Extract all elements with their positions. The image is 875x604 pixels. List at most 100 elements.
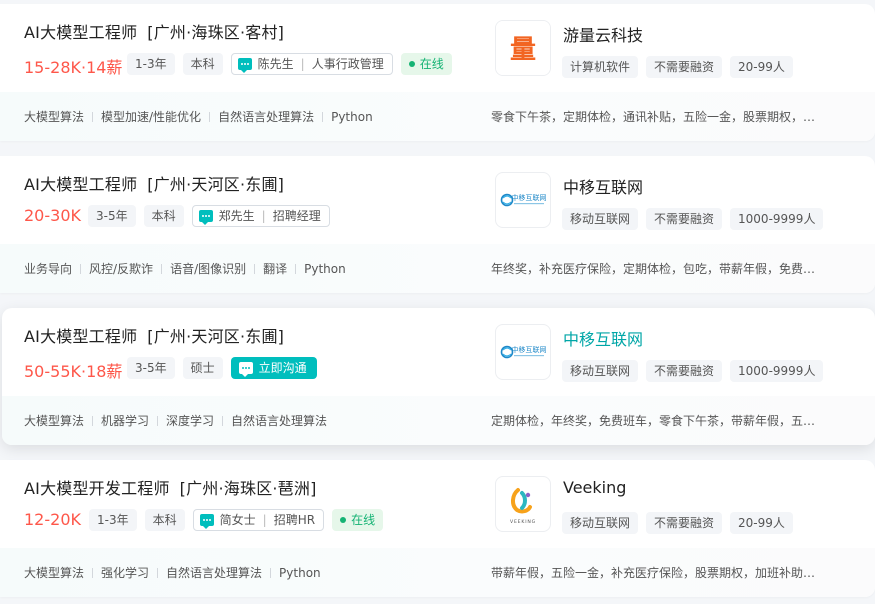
company-tags: 移动互联网 不需要融资 1000-9999人 [562, 208, 824, 230]
skill-tag: Python [331, 109, 373, 124]
chat-icon [199, 514, 214, 529]
recruiter-info[interactable]: 简女士 | 招聘HR [192, 509, 325, 531]
online-badge: 在线 [332, 509, 384, 531]
skill-list: 大模型算法 机器学习 深度学习 自然语言处理算法 [24, 412, 327, 429]
youliang-logo-icon: 量 [496, 21, 550, 75]
online-dot-icon [340, 517, 347, 523]
welfare-text: 零食下午茶，定期体检，通讯补贴，五险一金，股票期权，… [491, 110, 816, 124]
job-area: [广州·天河区·东圃] [147, 175, 285, 194]
job-title[interactable]: AI大模型开发工程师 [广州·海珠区·琶洲] [24, 475, 317, 499]
china-mobile-internet-logo-icon: 中移互联网 [500, 345, 547, 359]
chat-icon [198, 210, 213, 225]
company-tags: 移动互联网 不需要融资 20-99人 [562, 512, 793, 534]
job-area: [广州·海珠区·客村] [147, 23, 285, 42]
degree-tag: 硕士 [182, 357, 223, 379]
china-mobile-internet-logo-icon: 中移互联网 [500, 193, 547, 207]
chat-now-button[interactable]: 立即沟通 [230, 357, 317, 379]
recruiter-name: 陈先生 [257, 57, 294, 71]
card-footer: 大模型算法 机器学习 深度学习 自然语言处理算法 定期体检，年终奖，免费班车，零… [2, 396, 875, 445]
job-card[interactable]: AI大模型开发工程师 [广州·海珠区·琶洲] 12-20K 1-3年 本科 简女士… [0, 460, 875, 597]
job-card[interactable]: AI大模型工程师 [广州·天河区·东圃] 50-55K·18薪 3-5年 硕士 立… [2, 308, 875, 445]
svg-text:量: 量 [510, 35, 536, 65]
welfare-text: 带薪年假，五险一金，补充医疗保险，股票期权，加班补助… [491, 566, 816, 580]
experience-tag: 3-5年 [88, 205, 136, 227]
skill-tag: Python [279, 565, 321, 580]
job-tags: 3-5年 本科 郑先生 | 招聘经理 [88, 205, 330, 227]
svg-text:VEEKING: VEEKING [510, 519, 536, 525]
skill-tag: 大模型算法 [24, 414, 85, 428]
job-title[interactable]: AI大模型工程师 [广州·海珠区·客村] [24, 19, 284, 43]
card-footer: 大模型算法 强化学习 自然语言处理算法 Python 带薪年假，五险一金，补充医… [0, 548, 875, 597]
job-salary: 15-28K·14薪 [24, 58, 123, 77]
size-tag: 1000-9999人 [730, 208, 824, 230]
funding-tag: 不需要融资 [646, 512, 723, 534]
job-salary: 50-55K·18薪 [24, 362, 123, 381]
skill-tag: 业务导向 [24, 262, 73, 276]
degree-tag: 本科 [144, 509, 185, 531]
company-tags: 移动互联网 不需要融资 1000-9999人 [562, 360, 824, 382]
chat-icon [238, 362, 253, 377]
job-tags: 3-5年 硕士 立即沟通 [127, 357, 317, 379]
skill-tag: Python [304, 261, 346, 276]
industry-tag: 移动互联网 [562, 512, 639, 534]
recruiter-name: 郑先生 [218, 209, 255, 223]
recruiter-info[interactable]: 陈先生 | 人事行政管理 [230, 53, 393, 75]
industry-tag: 计算机软件 [562, 56, 639, 78]
welfare-text: 定期体检，年终奖，免费班车，零食下午茶，带薪年假，五… [491, 414, 816, 428]
skill-list: 业务导向 风控/反欺诈 语音/图像识别 翻译 Python [24, 260, 346, 277]
degree-tag: 本科 [143, 205, 184, 227]
chat-now-label: 立即沟通 [258, 361, 307, 375]
job-title[interactable]: AI大模型工程师 [广州·天河区·东圃] [24, 171, 284, 195]
company-logo[interactable]: 中移互联网 [495, 324, 551, 380]
funding-tag: 不需要融资 [646, 360, 723, 382]
recruiter-title: 招聘经理 [272, 209, 321, 223]
job-area: [广州·海珠区·琶洲] [179, 479, 317, 498]
skill-tag: 模型加速/性能优化 [101, 110, 202, 124]
job-salary: 20-30K [24, 206, 81, 225]
company-name[interactable]: 中移互联网 [563, 326, 643, 350]
skill-tag: 深度学习 [166, 414, 215, 428]
svg-text:中移互联网: 中移互联网 [512, 193, 547, 202]
veeking-logo-icon: VEEKING [510, 488, 536, 525]
job-tags: 1-3年 本科 陈先生 | 人事行政管理 在线 [127, 53, 452, 75]
company-tags: 计算机软件 不需要融资 20-99人 [562, 56, 793, 78]
industry-tag: 移动互联网 [562, 360, 639, 382]
company-name[interactable]: 中移互联网 [563, 174, 643, 198]
skill-tag: 自然语言处理算法 [218, 110, 315, 124]
size-tag: 1000-9999人 [730, 360, 824, 382]
chat-icon [237, 58, 252, 73]
degree-tag: 本科 [182, 53, 223, 75]
job-salary: 12-20K [24, 510, 81, 529]
job-area: [广州·天河区·东圃] [147, 327, 285, 346]
funding-tag: 不需要融资 [646, 56, 723, 78]
company-logo[interactable]: 中移互联网 [495, 172, 551, 228]
skill-tag: 风控/反欺诈 [89, 262, 154, 276]
experience-tag: 1-3年 [89, 509, 137, 531]
skill-tag: 机器学习 [101, 414, 150, 428]
company-name[interactable]: 游量云科技 [563, 22, 643, 46]
size-tag: 20-99人 [730, 56, 793, 78]
company-logo[interactable]: VEEKING [495, 476, 551, 532]
skill-tag: 语音/图像识别 [170, 262, 247, 276]
company-logo[interactable]: 量 [495, 20, 551, 76]
welfare-text: 年终奖，补充医疗保险，定期体检，包吃，带薪年假，免费… [491, 262, 816, 276]
recruiter-name: 简女士 [219, 513, 256, 527]
card-footer: 业务导向 风控/反欺诈 语音/图像识别 翻译 Python 年终奖，补充医疗保险… [0, 244, 875, 293]
job-card[interactable]: AI大模型工程师 [广州·天河区·东圃] 20-30K 3-5年 本科 郑先生 | 招… [0, 156, 875, 293]
job-title[interactable]: AI大模型工程师 [广州·天河区·东圃] [24, 323, 284, 347]
size-tag: 20-99人 [730, 512, 793, 534]
skill-tag: 自然语言处理算法 [231, 414, 328, 428]
online-badge: 在线 [400, 53, 452, 75]
recruiter-title: 招聘HR [273, 513, 316, 527]
card-footer: 大模型算法 模型加速/性能优化 自然语言处理算法 Python 零食下午茶，定期… [0, 92, 875, 141]
skill-tag: 大模型算法 [24, 566, 85, 580]
company-name[interactable]: Veeking [563, 478, 626, 497]
recruiter-title: 人事行政管理 [311, 57, 384, 71]
job-card[interactable]: AI大模型工程师 [广州·海珠区·客村] 15-28K·14薪 1-3年 本科 陈… [0, 4, 875, 141]
recruiter-info[interactable]: 郑先生 | 招聘经理 [191, 205, 330, 227]
skill-tag: 翻译 [263, 262, 288, 276]
online-dot-icon [408, 61, 415, 67]
skill-tag: 自然语言处理算法 [166, 566, 263, 580]
funding-tag: 不需要融资 [646, 208, 723, 230]
experience-tag: 1-3年 [127, 53, 175, 75]
